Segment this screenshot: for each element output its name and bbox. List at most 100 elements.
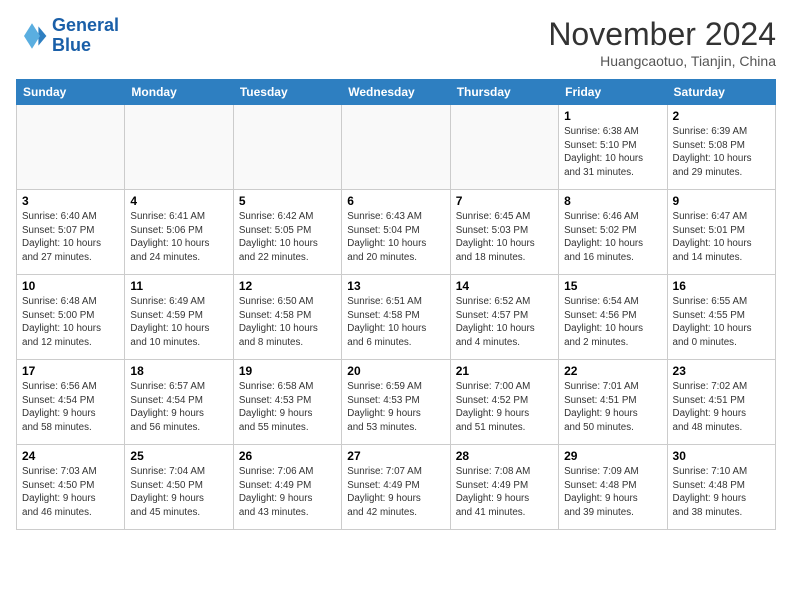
day-info: Sunrise: 6:54 AMSunset: 4:56 PMDaylight:… bbox=[564, 295, 661, 350]
day-info: Sunrise: 6:58 AMSunset: 4:53 PMDaylight:… bbox=[239, 380, 336, 435]
calendar-cell: 9 Sunrise: 6:47 AMSunset: 5:01 PMDaylight… bbox=[667, 190, 775, 275]
calendar-cell bbox=[450, 105, 558, 190]
day-info: Sunrise: 7:01 AMSunset: 4:51 PMDaylight:… bbox=[564, 380, 661, 435]
day-number: 24 bbox=[22, 449, 119, 463]
day-number: 15 bbox=[564, 279, 661, 293]
day-info: Sunrise: 7:07 AMSunset: 4:49 PMDaylight:… bbox=[347, 465, 444, 520]
day-info: Sunrise: 6:47 AMSunset: 5:01 PMDaylight:… bbox=[673, 210, 770, 265]
calendar-table: SundayMondayTuesdayWednesdayThursdayFrid… bbox=[16, 79, 776, 530]
calendar-cell: 8 Sunrise: 6:46 AMSunset: 5:02 PMDaylight… bbox=[559, 190, 667, 275]
logo: General Blue bbox=[16, 16, 119, 56]
calendar-week-row: 17 Sunrise: 6:56 AMSunset: 4:54 PMDayligh… bbox=[17, 360, 776, 445]
calendar-cell: 24Sunrise: 7:03 AMSunset: 4:50 PMDayligh… bbox=[17, 445, 125, 530]
day-number: 14 bbox=[456, 279, 553, 293]
weekday-header: Monday bbox=[125, 80, 233, 105]
title-block: November 2024 Huangcaotuo, Tianjin, Chin… bbox=[548, 16, 776, 69]
calendar-cell: 6 Sunrise: 6:43 AMSunset: 5:04 PMDaylight… bbox=[342, 190, 450, 275]
day-info: Sunrise: 7:08 AMSunset: 4:49 PMDaylight:… bbox=[456, 465, 553, 520]
day-number: 4 bbox=[130, 194, 227, 208]
calendar-cell: 5Sunrise: 6:42 AMSunset: 5:05 PMDaylight… bbox=[233, 190, 341, 275]
day-info: Sunrise: 6:43 AMSunset: 5:04 PMDaylight:… bbox=[347, 210, 444, 265]
day-number: 18 bbox=[130, 364, 227, 378]
calendar-cell: 17 Sunrise: 6:56 AMSunset: 4:54 PMDayligh… bbox=[17, 360, 125, 445]
calendar-cell: 1Sunrise: 6:38 AMSunset: 5:10 PMDaylight… bbox=[559, 105, 667, 190]
day-number: 16 bbox=[673, 279, 770, 293]
calendar-cell: 18 Sunrise: 6:57 AMSunset: 4:54 PMDayligh… bbox=[125, 360, 233, 445]
day-info: Sunrise: 6:46 AMSunset: 5:02 PMDaylight:… bbox=[564, 210, 661, 265]
calendar-cell: 30Sunrise: 7:10 AMSunset: 4:48 PMDayligh… bbox=[667, 445, 775, 530]
day-info: Sunrise: 6:40 AMSunset: 5:07 PMDaylight:… bbox=[22, 210, 119, 265]
calendar-cell: 16 Sunrise: 6:55 AMSunset: 4:55 PMDayligh… bbox=[667, 275, 775, 360]
logo-text: General Blue bbox=[52, 16, 119, 56]
weekday-header: Thursday bbox=[450, 80, 558, 105]
day-number: 1 bbox=[564, 109, 661, 123]
day-number: 7 bbox=[456, 194, 553, 208]
day-number: 20 bbox=[347, 364, 444, 378]
calendar-week-row: 10 Sunrise: 6:48 AMSunset: 5:00 PMDayligh… bbox=[17, 275, 776, 360]
calendar-cell: 7 Sunrise: 6:45 AMSunset: 5:03 PMDaylight… bbox=[450, 190, 558, 275]
day-info: Sunrise: 6:52 AMSunset: 4:57 PMDaylight:… bbox=[456, 295, 553, 350]
day-info: Sunrise: 6:39 AMSunset: 5:08 PMDaylight:… bbox=[673, 125, 770, 180]
day-number: 11 bbox=[130, 279, 227, 293]
day-number: 27 bbox=[347, 449, 444, 463]
location: Huangcaotuo, Tianjin, China bbox=[548, 53, 776, 69]
day-info: Sunrise: 6:42 AMSunset: 5:05 PMDaylight:… bbox=[239, 210, 336, 265]
day-info: Sunrise: 6:45 AMSunset: 5:03 PMDaylight:… bbox=[456, 210, 553, 265]
page-header: General Blue November 2024 Huangcaotuo, … bbox=[16, 16, 776, 69]
day-info: Sunrise: 6:55 AMSunset: 4:55 PMDaylight:… bbox=[673, 295, 770, 350]
calendar-cell: 22 Sunrise: 7:01 AMSunset: 4:51 PMDayligh… bbox=[559, 360, 667, 445]
weekday-header: Sunday bbox=[17, 80, 125, 105]
day-info: Sunrise: 7:04 AMSunset: 4:50 PMDaylight:… bbox=[130, 465, 227, 520]
calendar-cell: 13 Sunrise: 6:51 AMSunset: 4:58 PMDayligh… bbox=[342, 275, 450, 360]
day-info: Sunrise: 7:02 AMSunset: 4:51 PMDaylight:… bbox=[673, 380, 770, 435]
day-number: 28 bbox=[456, 449, 553, 463]
logo-icon bbox=[16, 20, 48, 52]
calendar-cell: 28 Sunrise: 7:08 AMSunset: 4:49 PMDayligh… bbox=[450, 445, 558, 530]
calendar-cell: 2 Sunrise: 6:39 AMSunset: 5:08 PMDaylight… bbox=[667, 105, 775, 190]
weekday-header: Tuesday bbox=[233, 80, 341, 105]
calendar-cell: 19 Sunrise: 6:58 AMSunset: 4:53 PMDayligh… bbox=[233, 360, 341, 445]
day-number: 29 bbox=[564, 449, 661, 463]
calendar-cell: 29Sunrise: 7:09 AMSunset: 4:48 PMDayligh… bbox=[559, 445, 667, 530]
calendar-cell bbox=[17, 105, 125, 190]
day-number: 17 bbox=[22, 364, 119, 378]
calendar-cell: 3 Sunrise: 6:40 AMSunset: 5:07 PMDaylight… bbox=[17, 190, 125, 275]
day-number: 19 bbox=[239, 364, 336, 378]
calendar-cell bbox=[233, 105, 341, 190]
day-info: Sunrise: 6:57 AMSunset: 4:54 PMDaylight:… bbox=[130, 380, 227, 435]
weekday-header: Friday bbox=[559, 80, 667, 105]
calendar-cell: 10 Sunrise: 6:48 AMSunset: 5:00 PMDayligh… bbox=[17, 275, 125, 360]
calendar-cell: 27 Sunrise: 7:07 AMSunset: 4:49 PMDayligh… bbox=[342, 445, 450, 530]
day-number: 25 bbox=[130, 449, 227, 463]
calendar-cell: 20Sunrise: 6:59 AMSunset: 4:53 PMDayligh… bbox=[342, 360, 450, 445]
day-info: Sunrise: 7:00 AMSunset: 4:52 PMDaylight:… bbox=[456, 380, 553, 435]
calendar-week-row: 3 Sunrise: 6:40 AMSunset: 5:07 PMDaylight… bbox=[17, 190, 776, 275]
day-number: 8 bbox=[564, 194, 661, 208]
day-number: 6 bbox=[347, 194, 444, 208]
day-number: 22 bbox=[564, 364, 661, 378]
day-number: 9 bbox=[673, 194, 770, 208]
day-info: Sunrise: 6:56 AMSunset: 4:54 PMDaylight:… bbox=[22, 380, 119, 435]
day-info: Sunrise: 6:49 AMSunset: 4:59 PMDaylight:… bbox=[130, 295, 227, 350]
day-info: Sunrise: 6:48 AMSunset: 5:00 PMDaylight:… bbox=[22, 295, 119, 350]
calendar-cell: 11 Sunrise: 6:49 AMSunset: 4:59 PMDayligh… bbox=[125, 275, 233, 360]
calendar-week-row: 24Sunrise: 7:03 AMSunset: 4:50 PMDayligh… bbox=[17, 445, 776, 530]
weekday-header: Wednesday bbox=[342, 80, 450, 105]
day-number: 13 bbox=[347, 279, 444, 293]
day-number: 12 bbox=[239, 279, 336, 293]
day-info: Sunrise: 6:51 AMSunset: 4:58 PMDaylight:… bbox=[347, 295, 444, 350]
calendar-cell: 25 Sunrise: 7:04 AMSunset: 4:50 PMDayligh… bbox=[125, 445, 233, 530]
day-number: 3 bbox=[22, 194, 119, 208]
day-info: Sunrise: 6:50 AMSunset: 4:58 PMDaylight:… bbox=[239, 295, 336, 350]
calendar-cell: 14 Sunrise: 6:52 AMSunset: 4:57 PMDayligh… bbox=[450, 275, 558, 360]
calendar-cell bbox=[342, 105, 450, 190]
day-number: 10 bbox=[22, 279, 119, 293]
calendar-cell: 26Sunrise: 7:06 AMSunset: 4:49 PMDayligh… bbox=[233, 445, 341, 530]
calendar-header-row: SundayMondayTuesdayWednesdayThursdayFrid… bbox=[17, 80, 776, 105]
calendar-cell: 12 Sunrise: 6:50 AMSunset: 4:58 PMDayligh… bbox=[233, 275, 341, 360]
day-number: 2 bbox=[673, 109, 770, 123]
month-title: November 2024 bbox=[548, 16, 776, 53]
calendar-cell: 15 Sunrise: 6:54 AMSunset: 4:56 PMDayligh… bbox=[559, 275, 667, 360]
weekday-header: Saturday bbox=[667, 80, 775, 105]
calendar-cell: 4Sunrise: 6:41 AMSunset: 5:06 PMDaylight… bbox=[125, 190, 233, 275]
